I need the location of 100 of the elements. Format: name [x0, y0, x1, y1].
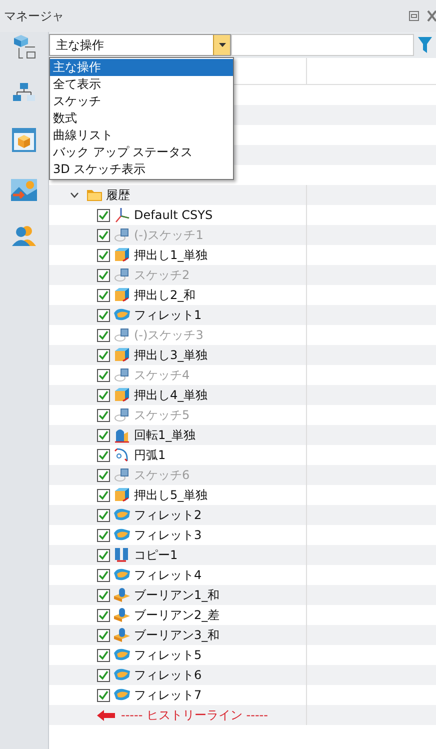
tree-label[interactable]: 履歴: [106, 186, 130, 204]
tree-row[interactable]: 押出し3_単独: [49, 345, 436, 365]
assembly-icon[interactable]: [11, 34, 37, 60]
hierarchy-icon[interactable]: [13, 82, 35, 102]
checkbox[interactable]: [97, 408, 110, 422]
restore-icon[interactable]: [409, 11, 419, 21]
tree-label[interactable]: フィレット1: [134, 306, 202, 324]
checkbox[interactable]: [97, 628, 110, 642]
checkbox[interactable]: [97, 268, 110, 282]
tree-row[interactable]: ブーリアン3_和: [49, 625, 436, 645]
window-title: マネージャ: [4, 8, 65, 24]
sketch-icon: [114, 368, 130, 382]
tree-label[interactable]: 円弧1: [134, 446, 166, 464]
tree-label[interactable]: フィレット6: [134, 666, 202, 684]
caret-icon: [218, 43, 226, 47]
filter-icon[interactable]: [418, 37, 432, 53]
checkbox[interactable]: [97, 648, 110, 662]
checkbox[interactable]: [97, 688, 110, 702]
sketch-icon: [114, 228, 130, 242]
arc-icon: [114, 447, 130, 463]
tree-row[interactable]: コピー1: [49, 545, 436, 565]
tree-label[interactable]: 押出し2_和: [134, 286, 196, 304]
block-icon: [114, 388, 130, 402]
checkbox[interactable]: [97, 208, 110, 222]
axes-icon: [114, 207, 130, 223]
checkbox[interactable]: [97, 548, 110, 562]
dropdown-option[interactable]: 3D スケッチ表示: [50, 161, 233, 178]
tree-row[interactable]: 履歴: [49, 185, 436, 205]
checkbox[interactable]: [97, 428, 110, 442]
boolean-icon: [114, 627, 130, 643]
tree-row[interactable]: フィレット6: [49, 665, 436, 685]
tree-label[interactable]: 押出し4_単独: [134, 386, 208, 404]
rounded-block-icon: [114, 528, 130, 542]
tree-label[interactable]: フィレット3: [134, 526, 202, 544]
checkbox[interactable]: [97, 488, 110, 502]
checkbox[interactable]: [97, 448, 110, 462]
tree-label[interactable]: 回転1_単独: [134, 426, 196, 444]
dropdown-option[interactable]: 数式: [50, 110, 233, 127]
copy-icon: [114, 547, 130, 563]
rounded-block-icon: [114, 508, 130, 522]
dropdown-option[interactable]: バック アップ ステータス: [50, 144, 233, 161]
tree-row[interactable]: ブーリアン1_和: [49, 585, 436, 605]
tree-label[interactable]: フィレット5: [134, 646, 202, 664]
checkbox[interactable]: [97, 508, 110, 522]
checkbox[interactable]: [97, 308, 110, 322]
folder-icon: [87, 189, 102, 201]
boolean-icon: [114, 607, 130, 623]
checkbox[interactable]: [97, 328, 110, 342]
checkbox[interactable]: [97, 468, 110, 482]
left-arrow-icon: [97, 710, 115, 720]
rounded-block-icon: [114, 568, 130, 582]
sketch-icon: [114, 468, 130, 482]
sketch-icon: [114, 328, 130, 342]
dropdown-button[interactable]: [213, 35, 230, 55]
tree-row[interactable]: 回転1_単独: [49, 425, 436, 445]
checkbox[interactable]: [97, 248, 110, 262]
dropdown-option[interactable]: 全て表示: [50, 76, 233, 93]
checkbox[interactable]: [97, 368, 110, 382]
tree-label[interactable]: ブーリアン3_和: [134, 626, 220, 644]
block-icon: [114, 288, 130, 302]
checkbox[interactable]: [97, 348, 110, 362]
rounded-block-icon: [114, 668, 130, 682]
sketch-icon: [114, 268, 130, 282]
filter-dropdown[interactable]: 主な操作: [49, 34, 231, 56]
tree-row[interactable]: 押出し4_単独: [49, 385, 436, 405]
tree-row[interactable]: フィレット2: [49, 505, 436, 525]
checkbox[interactable]: [97, 528, 110, 542]
checkbox[interactable]: [97, 288, 110, 302]
checkbox[interactable]: [97, 228, 110, 242]
close-icon[interactable]: [427, 10, 436, 22]
dropdown-option[interactable]: 曲線リスト: [50, 127, 233, 144]
tree-label[interactable]: フィレット7: [134, 686, 202, 704]
checkbox[interactable]: [97, 588, 110, 602]
tree-label[interactable]: ブーリアン2_差: [134, 606, 220, 624]
tree-label[interactable]: ブーリアン1_和: [134, 586, 220, 604]
tree-label[interactable]: フィレット2: [134, 506, 202, 524]
tree-label[interactable]: 押出し3_単独: [134, 346, 208, 364]
dropdown-option[interactable]: スケッチ: [50, 93, 233, 110]
tree-label[interactable]: 押出し5_単独: [134, 486, 208, 504]
checkbox[interactable]: [97, 608, 110, 622]
search-field[interactable]: [231, 34, 414, 56]
block-icon: [114, 348, 130, 362]
checkbox[interactable]: [97, 668, 110, 682]
users-icon[interactable]: [11, 225, 37, 247]
checkbox[interactable]: [97, 388, 110, 402]
tree-label[interactable]: 押出し1_単独: [134, 246, 208, 264]
chevron-icon[interactable]: [70, 192, 79, 198]
tree-label[interactable]: コピー1: [134, 546, 178, 564]
rounded-block-icon: [114, 648, 130, 662]
history-line[interactable]: ----- ヒストリーライン -----: [121, 706, 268, 724]
boolean-icon: [114, 587, 130, 603]
tree-row[interactable]: フィレット1: [49, 305, 436, 325]
tree-label[interactable]: フィレット4: [134, 566, 202, 584]
checkbox[interactable]: [97, 568, 110, 582]
cube-icon[interactable]: [12, 128, 36, 152]
block-icon: [114, 248, 130, 262]
sketch-icon: [114, 408, 130, 422]
dropdown-option[interactable]: 主な操作: [50, 59, 233, 76]
tree-label[interactable]: Default CSYS: [134, 208, 213, 222]
block-icon: [114, 488, 130, 502]
